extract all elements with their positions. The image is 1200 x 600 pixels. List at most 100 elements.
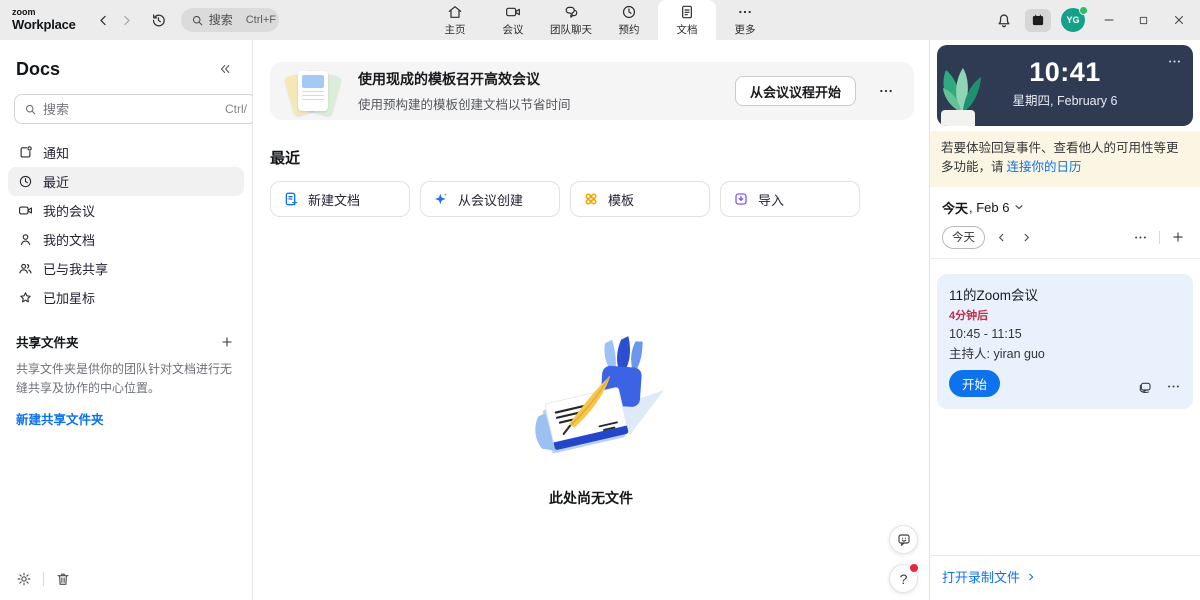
new-shared-folder-link[interactable]: 新建共享文件夹 (16, 409, 104, 428)
settings-button[interactable] (14, 569, 34, 589)
meeting-chat-icon (1137, 379, 1153, 395)
titlebar: zoom Workplace Ctrl+F 主页 (0, 0, 1200, 40)
new-document-button[interactable]: 新建文档 (270, 181, 410, 217)
docs-sidebar: Docs Ctrl/ 通知 最近 (0, 40, 253, 600)
add-event-button[interactable] (1168, 227, 1188, 247)
today-button[interactable]: 今天 (942, 226, 985, 249)
global-search-shortcut: Ctrl+F (246, 14, 276, 26)
plus-icon (1171, 230, 1185, 244)
more-icon (878, 83, 894, 99)
calendar-more-button[interactable] (1130, 227, 1151, 248)
minimize-button[interactable] (1091, 0, 1126, 40)
next-day-button[interactable] (1018, 229, 1035, 246)
sidebar-item-label: 已加星标 (43, 288, 95, 307)
start-meeting-button[interactable]: 开始 (949, 370, 1000, 397)
sidebar-item-my-meetings[interactable]: 我的会议 (8, 196, 244, 225)
nav-tab-meetings[interactable]: 会议 (484, 0, 542, 40)
nav-tab-label: 主页 (445, 22, 466, 37)
help-button[interactable]: ? (889, 564, 918, 593)
shared-folders-description: 共享文件夹是供你的团队针对文档进行无缝共享及协作的中心位置。 (16, 360, 236, 398)
plant-illustration (937, 64, 989, 126)
chevron-left-icon (996, 232, 1007, 243)
clock-more-button[interactable] (1164, 51, 1185, 72)
clock-widget: 10:41 星期四, February 6 (937, 45, 1193, 126)
meeting-time: 10:45 - 11:15 (949, 327, 1181, 341)
sidebar-item-label: 我的文档 (43, 230, 95, 249)
close-button[interactable] (1161, 0, 1196, 40)
more-icon (1167, 54, 1182, 69)
nav-tab-scheduler[interactable]: 预约 (600, 0, 658, 40)
sidebar-item-label: 我的会议 (43, 201, 95, 220)
template-cards-illustration (284, 66, 342, 116)
meeting-card[interactable]: 11的Zoom会议 4分钟后 10:45 - 11:15 主持人: yiran … (937, 274, 1193, 409)
video-icon (505, 4, 521, 20)
sidebar-item-notifications[interactable]: 通知 (8, 138, 244, 167)
nav-tab-home[interactable]: 主页 (426, 0, 484, 40)
history-button[interactable] (146, 8, 171, 33)
import-icon (733, 191, 749, 207)
global-search[interactable]: Ctrl+F (181, 8, 279, 32)
calendar-connect-notice: 若要体验回复事件、查看他人的可用性等更多功能，请连接你的日历 (930, 131, 1200, 187)
action-label: 导入 (758, 190, 784, 209)
banner-more-button[interactable] (872, 79, 900, 103)
sidebar-header: Docs (16, 58, 236, 80)
camera-icon (18, 203, 33, 218)
recent-section-title: 最近 (270, 147, 929, 168)
date-header-today: 今天 (942, 198, 968, 217)
import-button[interactable]: 导入 (720, 181, 860, 217)
clock-icon (621, 4, 637, 20)
search-icon (24, 103, 37, 116)
docs-search-input[interactable] (43, 102, 219, 117)
banner-text: 使用现成的模板召开高效会议 使用预构建的模板创建文档以节省时间 (358, 69, 719, 113)
notifications-button[interactable] (991, 7, 1017, 33)
nav-tab-docs[interactable]: 文档 (658, 0, 716, 40)
add-shared-folder-button[interactable] (218, 333, 236, 351)
global-search-input[interactable] (209, 13, 241, 27)
docs-search[interactable]: Ctrl/ (14, 94, 257, 124)
shared-folders-title: 共享文件夹 (16, 332, 79, 351)
bell-icon (995, 11, 1013, 29)
date-header-date: , Feb 6 (969, 200, 1009, 215)
back-button[interactable] (92, 9, 115, 32)
doc-icon (679, 4, 695, 20)
footer-divider (43, 572, 44, 586)
panel-footer: 打开录制文件 (930, 555, 1200, 600)
open-recordings-link[interactable]: 打开录制文件 (942, 567, 1036, 586)
collapse-sidebar-button[interactable] (214, 58, 236, 80)
date-header[interactable]: 今天 , Feb 6 (930, 187, 1200, 217)
card-line (302, 99, 324, 101)
sidebar-item-recent[interactable]: 最近 (8, 167, 244, 196)
meeting-more-button[interactable] (1166, 379, 1181, 394)
action-label: 新建文档 (308, 190, 360, 209)
maximize-button[interactable] (1126, 0, 1161, 40)
feedback-button[interactable] (889, 525, 918, 554)
calendar-button[interactable] (1025, 9, 1051, 32)
banner-title: 使用现成的模板召开高效会议 (358, 69, 719, 89)
connect-calendar-link[interactable]: 连接你的日历 (1007, 160, 1082, 174)
sidebar-list: 通知 最近 我的会议 我的文档 已与我共享 已加星标 (0, 138, 252, 312)
create-from-meeting-button[interactable]: 从会议创建 (420, 181, 560, 217)
trash-button[interactable] (53, 569, 73, 589)
gear-icon (16, 571, 32, 587)
sidebar-item-shared-with-me[interactable]: 已与我共享 (8, 254, 244, 283)
open-recordings-label: 打开录制文件 (942, 567, 1020, 586)
nav-tab-team-chat[interactable]: 团队聊天 (542, 0, 600, 40)
nav-tab-label: 文档 (677, 22, 698, 37)
prev-day-button[interactable] (993, 229, 1010, 246)
feedback-bubble-icon (896, 532, 912, 548)
history-icon (150, 12, 167, 29)
star-icon (18, 290, 33, 305)
avatar[interactable]: YG (1061, 8, 1085, 32)
presence-dot (1079, 6, 1088, 15)
templates-button[interactable]: 模板 (570, 181, 710, 217)
sidebar-item-label: 通知 (43, 143, 69, 162)
start-from-agenda-button[interactable]: 从会议议程开始 (735, 76, 856, 106)
docs-search-shortcut: Ctrl/ (225, 102, 247, 116)
chevron-left-icon (96, 13, 111, 28)
chevron-right-icon (1021, 232, 1032, 243)
nav-tab-more[interactable]: 更多 (716, 0, 774, 40)
forward-button[interactable] (115, 9, 138, 32)
sidebar-item-my-docs[interactable]: 我的文档 (8, 225, 244, 254)
sidebar-item-starred[interactable]: 已加星标 (8, 283, 244, 312)
meeting-chat-button[interactable] (1137, 379, 1153, 395)
